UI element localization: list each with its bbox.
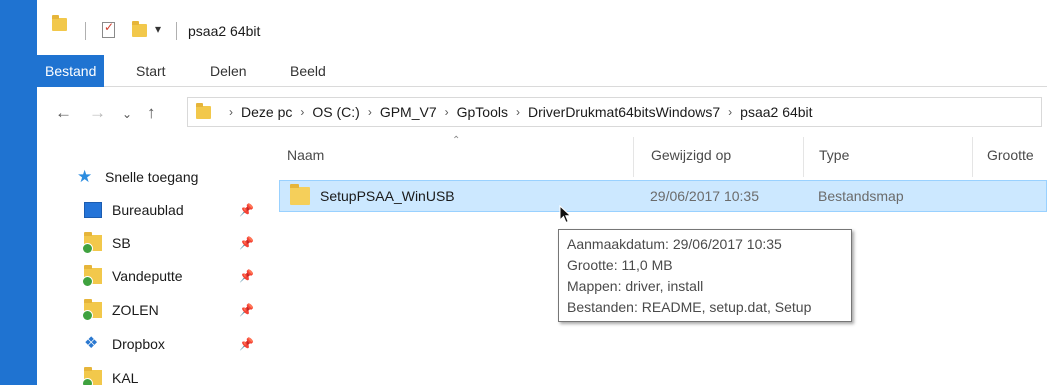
navigation-bar: ← → ⌄ ↑ › Deze pc › OS (C:) › GPM_V7 › G…	[37, 87, 1047, 137]
up-arrow-icon[interactable]: ↑	[147, 103, 156, 123]
breadcrumb-deze-pc[interactable]: Deze pc	[241, 104, 292, 120]
column-header-grootte[interactable]: Grootte	[987, 147, 1034, 163]
breadcrumb-driverdrukmat[interactable]: DriverDrukmat64bitsWindows7	[528, 104, 720, 120]
tooltip-files: Bestanden: README, setup.dat, Setup	[567, 299, 812, 315]
separator	[85, 22, 86, 40]
file-row[interactable]: SetupPSAA_WinUSB 29/06/2017 10:35 Bestan…	[279, 180, 1047, 212]
column-divider[interactable]	[803, 137, 804, 177]
chevron-right-icon[interactable]: ›	[368, 105, 372, 119]
desktop-icon	[84, 202, 102, 218]
nav-item-label: Vandeputte	[112, 268, 183, 284]
nav-item-zolen[interactable]: ZOLEN	[82, 298, 159, 322]
mouse-cursor-icon	[559, 205, 572, 224]
window-title: psaa2 64bit	[188, 23, 261, 39]
pin-icon[interactable]: 📌	[239, 303, 254, 317]
chevron-right-icon[interactable]: ›	[516, 105, 520, 119]
folder-icon	[82, 232, 102, 254]
sort-ascending-icon: ⌃	[452, 135, 461, 146]
breadcrumb-gptools[interactable]: GpTools	[457, 104, 508, 120]
back-arrow-icon[interactable]: ←	[55, 103, 72, 123]
tooltip-size: Grootte: 11,0 MB	[567, 257, 673, 273]
file-name: SetupPSAA_WinUSB	[320, 188, 455, 204]
tooltip-folders: Mappen: driver, install	[567, 278, 704, 294]
column-divider[interactable]	[633, 137, 634, 177]
properties-icon[interactable]	[102, 20, 115, 38]
tab-delen[interactable]: Delen	[202, 55, 255, 87]
nav-item-label: Bureaublad	[112, 202, 184, 218]
nav-item-label: Dropbox	[112, 336, 165, 352]
chevron-right-icon[interactable]: ›	[300, 105, 304, 119]
nav-item-kal[interactable]: KAL	[82, 366, 139, 385]
new-folder-icon[interactable]	[132, 21, 147, 40]
nav-item-label: KAL	[112, 370, 139, 385]
nav-item-label: ZOLEN	[112, 302, 159, 318]
breadcrumb-gpm-v7[interactable]: GPM_V7	[380, 104, 437, 120]
nav-quick-access[interactable]: ★ Snelle toegang	[77, 165, 198, 189]
separator	[176, 22, 177, 40]
breadcrumb-psaa2[interactable]: psaa2 64bit	[740, 104, 812, 120]
pin-icon[interactable]: 📌	[239, 203, 254, 217]
chevron-right-icon[interactable]: ›	[229, 105, 233, 119]
tooltip-created: Aanmaakdatum: 29/06/2017 10:35	[567, 236, 782, 252]
chevron-right-icon[interactable]: ›	[445, 105, 449, 119]
pin-icon[interactable]: 📌	[239, 337, 254, 351]
folder-icon	[82, 265, 102, 287]
nav-item-label: SB	[112, 235, 131, 251]
column-header-naam[interactable]: Naam	[287, 147, 324, 163]
quick-access-dropdown[interactable]: ▾	[155, 22, 161, 36]
chevron-right-icon[interactable]: ›	[728, 105, 732, 119]
breadcrumb-os-c[interactable]: OS (C:)	[312, 104, 359, 120]
column-header-row: ⌃ Naam Gewijzigd op Type Grootte	[277, 135, 1047, 177]
folder-icon	[290, 184, 310, 205]
title-bar: ▾ psaa2 64bit	[37, 0, 1047, 55]
pin-icon[interactable]: 📌	[239, 236, 254, 250]
tab-bestand[interactable]: Bestand	[37, 55, 105, 87]
dropbox-icon: ❖	[84, 335, 99, 352]
column-divider[interactable]	[972, 137, 973, 177]
nav-item-dropbox[interactable]: ❖ Dropbox	[84, 332, 165, 356]
file-modified: 29/06/2017 10:35	[650, 188, 759, 204]
nav-item-bureaublad[interactable]: Bureaublad	[84, 198, 184, 222]
folder-icon	[196, 102, 211, 119]
folder-icon	[52, 15, 67, 31]
recent-locations-chevron-icon[interactable]: ⌄	[122, 107, 132, 121]
folder-info-tooltip: Aanmaakdatum: 29/06/2017 10:35 Grootte: …	[558, 229, 852, 322]
folder-icon	[82, 367, 102, 385]
pin-icon[interactable]: 📌	[239, 269, 254, 283]
star-icon: ★	[77, 167, 93, 186]
folder-icon	[82, 299, 102, 321]
file-type: Bestandsmap	[818, 188, 904, 204]
nav-item-label: Snelle toegang	[105, 169, 199, 185]
ribbon-tabs: Bestand Start Delen Beeld	[37, 55, 1047, 87]
column-header-gewijzigd-op[interactable]: Gewijzigd op	[651, 147, 731, 163]
column-header-type[interactable]: Type	[819, 147, 849, 163]
tab-beeld[interactable]: Beeld	[282, 55, 334, 87]
explorer-window: ▾ psaa2 64bit Bestand Start Delen Beeld …	[37, 0, 1047, 385]
forward-arrow-icon[interactable]: →	[89, 103, 106, 123]
background-edge	[0, 0, 37, 385]
navigation-pane: ★ Snelle toegang Bureaublad 📌 SB 📌 Vande…	[37, 137, 262, 385]
address-bar[interactable]: › Deze pc › OS (C:) › GPM_V7 › GpTools ›…	[187, 97, 1042, 127]
nav-item-sb[interactable]: SB	[82, 231, 131, 255]
tab-start[interactable]: Start	[128, 55, 174, 87]
nav-item-vandeputte[interactable]: Vandeputte	[82, 264, 183, 288]
